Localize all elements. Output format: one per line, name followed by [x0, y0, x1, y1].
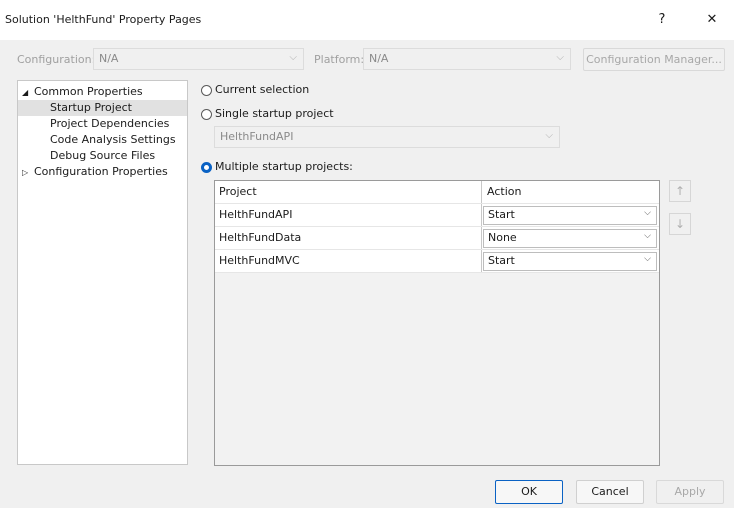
window-title: Solution 'HelthFund' Property Pages	[5, 13, 202, 26]
platform-label: Platform:	[314, 53, 365, 66]
table-row[interactable]: HelthFundAPI Start ⌵	[215, 204, 659, 227]
project-cell: HelthFundData	[215, 227, 482, 249]
project-cell: HelthFundAPI	[215, 204, 482, 226]
configuration-value: N/A	[99, 52, 119, 65]
chevron-down-icon: ⌵	[545, 130, 553, 141]
tree-item-code-analysis-settings[interactable]: Code Analysis Settings	[50, 132, 176, 148]
platform-combo[interactable]: N/A ⌵	[363, 48, 571, 70]
single-startup-label[interactable]: Single startup project	[215, 107, 334, 120]
startup-projects-grid: Project Action HelthFundAPI Start ⌵ Helt…	[214, 180, 660, 466]
column-header-action[interactable]: Action	[483, 181, 659, 203]
chevron-down-icon: ⌵	[289, 52, 297, 63]
single-startup-radio[interactable]	[201, 109, 212, 120]
action-combo[interactable]: Start ⌵	[483, 206, 657, 225]
column-header-project[interactable]: Project	[215, 181, 482, 203]
configuration-manager-button[interactable]: Configuration Manager...	[583, 48, 725, 71]
action-combo[interactable]: None ⌵	[483, 229, 657, 248]
arrow-down-icon: ↓	[674, 217, 686, 231]
project-cell: HelthFundMVC	[215, 250, 482, 272]
tree-item-debug-source-files[interactable]: Debug Source Files	[50, 148, 155, 164]
single-startup-combo[interactable]: HelthFundAPI ⌵	[214, 126, 560, 148]
collapsed-arrow-icon[interactable]: ▷	[22, 165, 34, 181]
tree-item-project-dependencies[interactable]: Project Dependencies	[50, 116, 169, 132]
arrow-up-icon: ↑	[674, 184, 686, 198]
configuration-label: Configuration:	[17, 53, 96, 66]
tree-item-common-properties[interactable]: ◢ Common Properties	[22, 84, 143, 100]
action-combo[interactable]: Start ⌵	[483, 252, 657, 271]
grid-header-row: Project Action	[215, 181, 659, 204]
tree-item-startup-project[interactable]: Startup Project	[18, 100, 187, 116]
help-button[interactable]: ?	[646, 8, 678, 32]
table-row[interactable]: HelthFundMVC Start ⌵	[215, 250, 659, 273]
table-row[interactable]: HelthFundData None ⌵	[215, 227, 659, 250]
tree-item-label: Configuration Properties	[34, 165, 168, 178]
multiple-startup-label[interactable]: Multiple startup projects:	[215, 160, 353, 173]
single-startup-value: HelthFundAPI	[220, 130, 294, 143]
move-up-button[interactable]: ↑	[669, 180, 691, 202]
apply-button[interactable]: Apply	[656, 480, 724, 504]
chevron-down-icon: ⌵	[644, 208, 651, 218]
close-button[interactable]: ✕	[696, 8, 728, 32]
ok-button[interactable]: OK	[495, 480, 563, 504]
current-selection-label[interactable]: Current selection	[215, 83, 309, 96]
action-value: Start	[488, 254, 515, 267]
action-value: Start	[488, 208, 515, 221]
multiple-startup-radio[interactable]	[201, 162, 212, 173]
tree-item-label: Common Properties	[34, 85, 143, 98]
move-down-button[interactable]: ↓	[669, 213, 691, 235]
action-value: None	[488, 231, 517, 244]
property-tree: ◢ Common Properties Startup Project Proje…	[17, 80, 188, 465]
platform-value: N/A	[369, 52, 389, 65]
current-selection-radio[interactable]	[201, 85, 212, 96]
chevron-down-icon: ⌵	[644, 231, 651, 241]
chevron-down-icon: ⌵	[556, 52, 564, 63]
configuration-combo[interactable]: N/A ⌵	[93, 48, 304, 70]
chevron-down-icon: ⌵	[644, 254, 651, 264]
tree-item-configuration-properties[interactable]: ▷ Configuration Properties	[22, 164, 168, 180]
cancel-button[interactable]: Cancel	[576, 480, 644, 504]
expanded-arrow-icon[interactable]: ◢	[22, 85, 34, 101]
